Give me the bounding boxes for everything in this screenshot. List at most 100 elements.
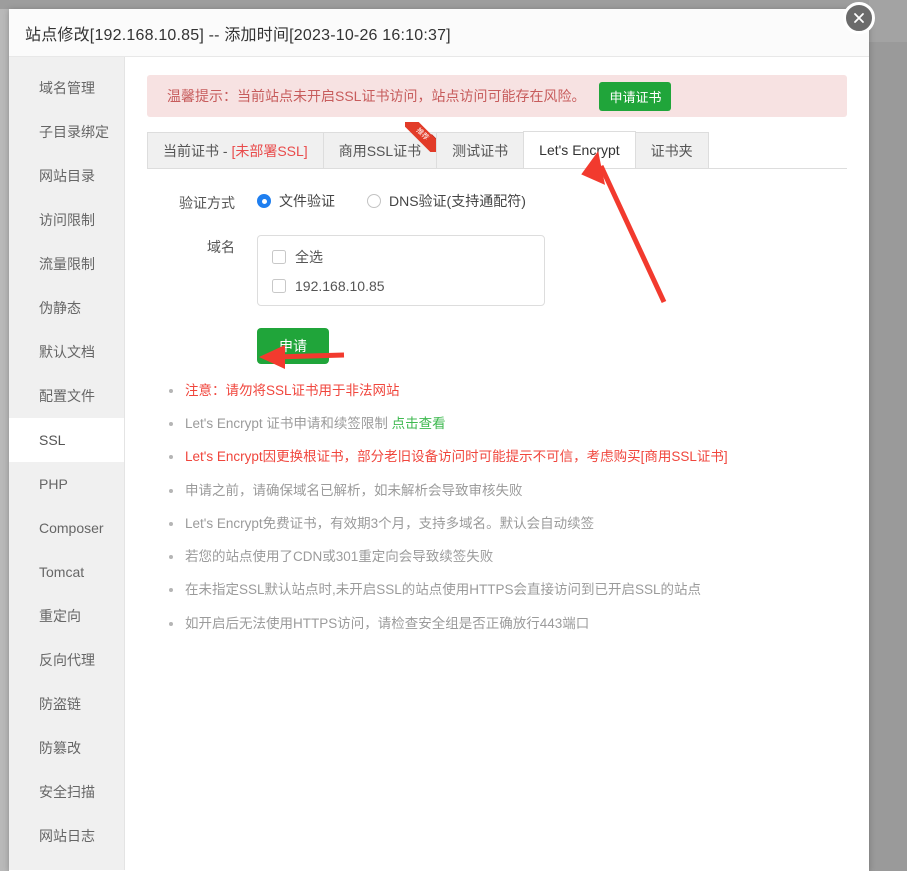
note-link[interactable]: 点击查看	[392, 416, 446, 431]
sidebar-item-label: 伪静态	[39, 300, 81, 316]
sidebar-item-label: 重定向	[39, 608, 81, 624]
note-item: 若您的站点使用了CDN或301重定向会导致续签失败	[169, 548, 847, 566]
sidebar-item[interactable]: 网站目录	[9, 154, 124, 198]
sidebar-item-label: 流量限制	[39, 256, 95, 272]
notes-list: 注意：请勿将SSL证书用于非法网站 Let's Encrypt 证书申请和续签限制…	[147, 382, 847, 633]
backdrop-right	[869, 0, 907, 871]
sidebar-item[interactable]: PHP	[9, 462, 124, 506]
note-item: 注意：请勿将SSL证书用于非法网站	[169, 382, 847, 400]
sidebar-item-label: 安全扫描	[39, 784, 95, 800]
sidebar-item[interactable]: Tomcat	[9, 550, 124, 594]
tab[interactable]: 测试证书	[436, 132, 524, 168]
sidebar-item[interactable]: 配置文件	[9, 374, 124, 418]
ssl-warning-banner: 温馨提示：当前站点未开启SSL证书访问，站点访问可能存在风险。 申请证书	[147, 75, 847, 117]
note-item: Let's Encrypt因更换根证书，部分老旧设备访问时可能提示不可信，考虑购…	[169, 448, 847, 466]
note-text: Let's Encrypt因更换根证书，部分老旧设备访问时可能提示不可信，考虑购…	[185, 449, 641, 464]
dialog-header: 站点修改[192.168.10.85] -- 添加时间[2023-10-26 1…	[9, 9, 869, 57]
verify-method-options: 文件验证 DNS验证(支持通配符)	[235, 191, 558, 211]
note-text: 若您的站点使用了CDN或301重定向会导致续签失败	[185, 549, 493, 564]
sidebar-item-label: 防篡改	[39, 740, 81, 756]
domain-checkbox[interactable]: 全选	[272, 247, 530, 267]
sidebar-item-label: 默认文档	[39, 344, 95, 360]
page-title: 站点修改[192.168.10.85] -- 添加时间[2023-10-26 1…	[25, 21, 451, 45]
sidebar-item-label: PHP	[39, 476, 68, 492]
note-text: 注意：请勿将SSL证书用于非法网站	[185, 383, 400, 398]
verify-method-radio[interactable]: 文件验证	[257, 191, 335, 211]
sidebar-item[interactable]: 反向代理	[9, 638, 124, 682]
verify-method-row: 验证方式 文件验证 DNS验证(支持通配符)	[147, 191, 847, 213]
tab[interactable]: 证书夹	[635, 132, 709, 168]
note-item: 申请之前，请确保域名已解析，如未解析会导致审核失败	[169, 482, 847, 500]
domain-label: 域名	[147, 235, 235, 257]
note-text: Let's Encrypt 证书申请和续签限制	[185, 416, 392, 431]
note-text: 申请之前，请确保域名已解析，如未解析会导致审核失败	[185, 483, 523, 498]
sidebar-item[interactable]: 默认文档	[9, 330, 124, 374]
tab[interactable]: 商用SSL证书推荐	[323, 132, 437, 168]
tab[interactable]: Let's Encrypt	[523, 131, 636, 168]
sidebar-item-label: SSL	[39, 432, 65, 448]
note-item: Let's Encrypt 证书申请和续签限制 点击查看	[169, 415, 847, 433]
sidebar-item[interactable]: 安全扫描	[9, 770, 124, 814]
sidebar-item-label: 子目录绑定	[39, 124, 109, 140]
submit-row: 申请	[147, 328, 847, 364]
sidebar-item-label: 配置文件	[39, 388, 95, 404]
warning-text: 温馨提示：当前站点未开启SSL证书访问，站点访问可能存在风险。	[167, 86, 585, 106]
sidebar: 域名管理子目录绑定网站目录访问限制流量限制伪静态默认文档配置文件 SSL PHP Co…	[9, 57, 125, 870]
sidebar-item[interactable]: 子目录绑定	[9, 110, 124, 154]
site-edit-dialog: 站点修改[192.168.10.85] -- 添加时间[2023-10-26 1…	[9, 9, 869, 871]
sidebar-item-label: 反向代理	[39, 652, 95, 668]
tab[interactable]: 当前证书 - [未部署SSL]	[147, 132, 324, 168]
note-item: 如开启后无法使用HTTPS访问，请检查安全组是否正确放行443端口	[169, 615, 847, 633]
dialog-body: 域名管理子目录绑定网站目录访问限制流量限制伪静态默认文档配置文件 SSL PHP Co…	[9, 57, 869, 870]
checkbox-icon[interactable]	[272, 279, 286, 293]
sidebar-item[interactable]: Composer	[9, 506, 124, 550]
radio-icon[interactable]	[257, 194, 271, 208]
radio-icon[interactable]	[367, 194, 381, 208]
sidebar-item[interactable]: SSL	[9, 418, 124, 462]
checkbox-icon[interactable]	[272, 250, 286, 264]
sidebar-item-label: Tomcat	[39, 564, 84, 580]
sidebar-item[interactable]: 访问限制	[9, 198, 124, 242]
domain-checkbox[interactable]: 192.168.10.85	[272, 278, 530, 294]
backdrop-left	[0, 0, 9, 871]
sidebar-item-label: 防盗链	[39, 696, 81, 712]
domain-checkbox-label: 192.168.10.85	[295, 278, 385, 294]
domain-checkbox-label: 全选	[295, 247, 323, 267]
sidebar-item[interactable]: 流量限制	[9, 242, 124, 286]
domain-field: 全选 192.168.10.85	[235, 235, 545, 306]
note-item: Let's Encrypt免费证书，有效期3个月，支持多域名。默认会自动续签	[169, 515, 847, 533]
certificate-tabs: 当前证书 - [未部署SSL]商用SSL证书推荐测试证书Let's Encryp…	[147, 131, 847, 169]
screen-root: 站点修改[192.168.10.85] -- 添加时间[2023-10-26 1…	[0, 0, 907, 871]
content-pane: 温馨提示：当前站点未开启SSL证书访问，站点访问可能存在风险。 申请证书 当前证…	[125, 57, 869, 870]
tab-label: 当前证书 -	[163, 143, 231, 159]
tab-label: 证书夹	[651, 143, 693, 159]
tab-label: Let's Encrypt	[539, 142, 620, 158]
sidebar-item-label: Composer	[39, 520, 104, 536]
sidebar-item-label: 域名管理	[39, 80, 95, 96]
sidebar-item[interactable]: 域名管理	[9, 66, 124, 110]
radio-label: DNS验证(支持通配符)	[389, 191, 526, 211]
domain-checkbox-list: 全选 192.168.10.85	[257, 235, 545, 306]
sidebar-item-label: 网站目录	[39, 168, 95, 184]
verify-method-radio[interactable]: DNS验证(支持通配符)	[367, 191, 526, 211]
sidebar-item-label: 访问限制	[39, 212, 95, 228]
radio-label: 文件验证	[279, 191, 335, 211]
note-text: 如开启后无法使用HTTPS访问，请检查安全组是否正确放行443端口	[185, 616, 589, 631]
tab-label: 测试证书	[452, 143, 508, 159]
tab-label: 商用SSL证书	[339, 143, 421, 159]
sidebar-item[interactable]: 防篡改	[9, 726, 124, 770]
sidebar-item-label: 网站日志	[39, 828, 95, 844]
apply-certificate-button[interactable]: 申请证书	[599, 82, 671, 111]
sidebar-item[interactable]: 防盗链	[9, 682, 124, 726]
sidebar-item[interactable]: 网站日志	[9, 814, 124, 858]
sidebar-item[interactable]: 伪静态	[9, 286, 124, 330]
note-item: 在未指定SSL默认站点时,未开启SSL的站点使用HTTPS会直接访问到已开启SS…	[169, 581, 847, 599]
close-icon[interactable]	[843, 2, 875, 34]
tab-label-suffix: [未部署SSL]	[231, 143, 307, 159]
sidebar-item[interactable]: 重定向	[9, 594, 124, 638]
verify-method-label: 验证方式	[147, 191, 235, 213]
apply-button[interactable]: 申请	[257, 328, 329, 364]
backdrop-top	[0, 0, 907, 9]
lets-encrypt-form: 验证方式 文件验证 DNS验证(支持通配符) 域名 全选 192.168.10.85…	[147, 169, 847, 633]
domain-row: 域名 全选 192.168.10.85	[147, 235, 847, 306]
